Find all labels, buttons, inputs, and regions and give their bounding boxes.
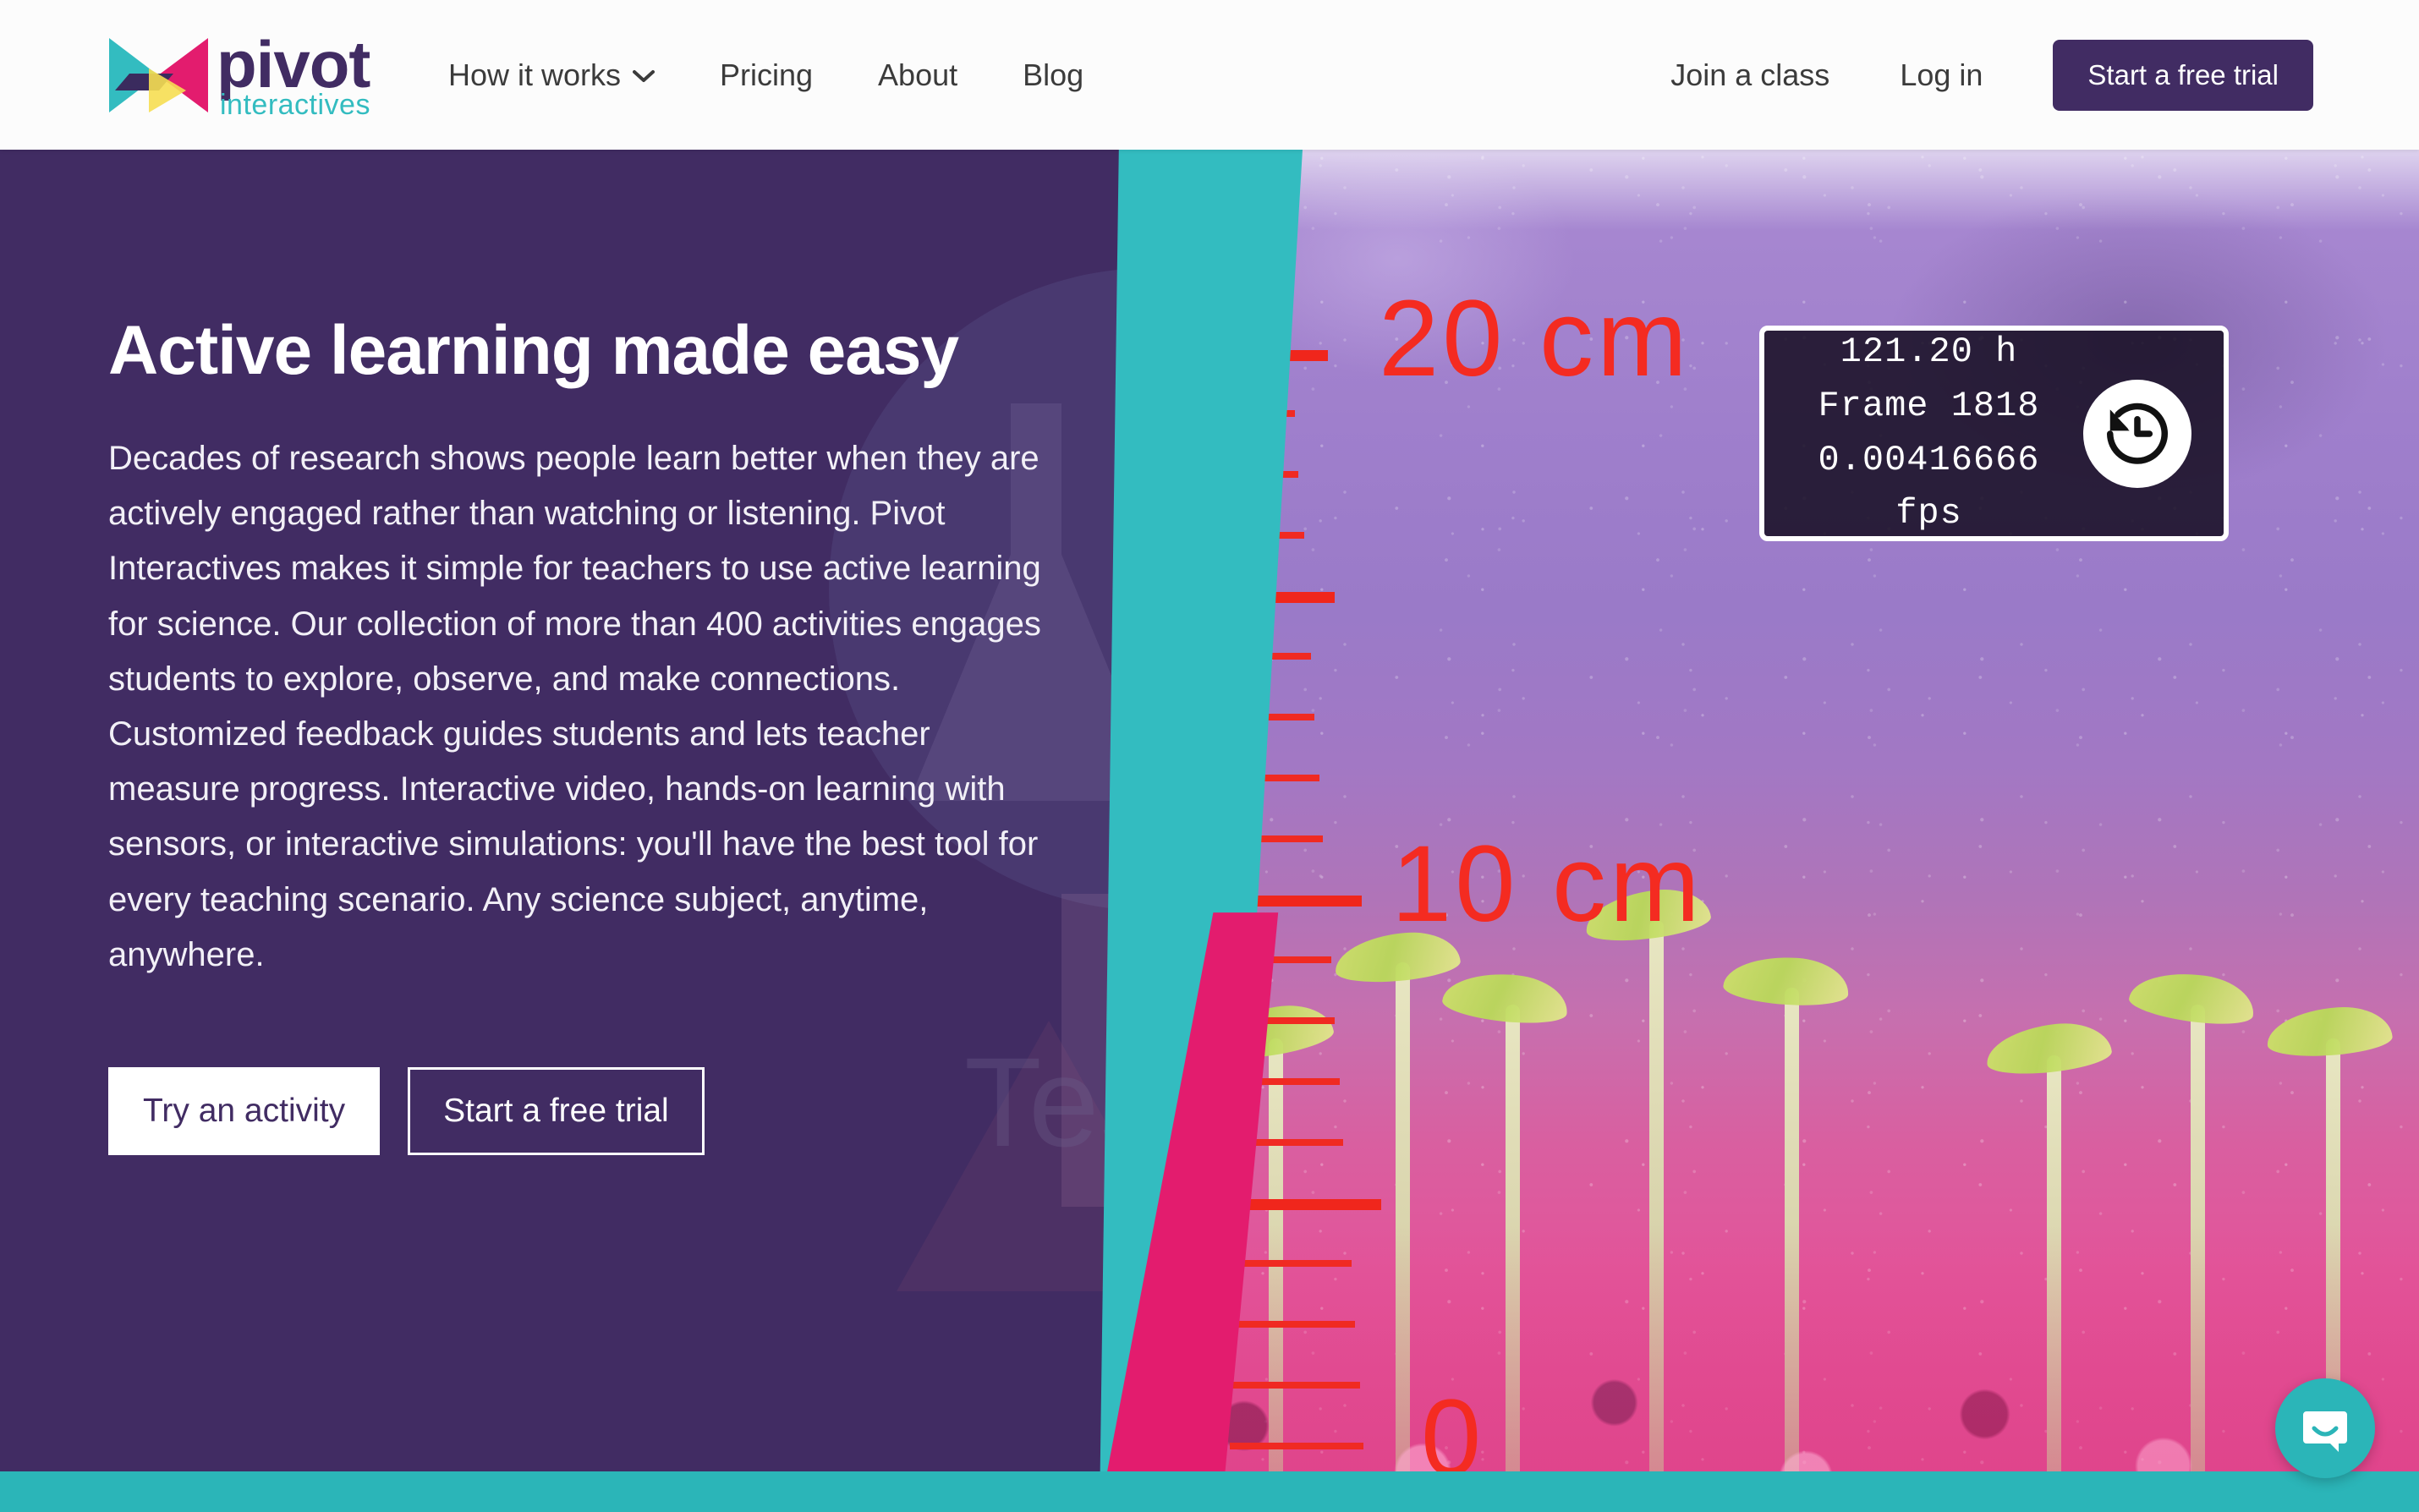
- site-logo[interactable]: pivot interactives: [106, 30, 370, 121]
- nav-label-pricing: Pricing: [720, 57, 814, 92]
- logo-word: pivot: [217, 26, 370, 101]
- nav-item-about[interactable]: About: [878, 58, 957, 93]
- video-info-text: 121.20 h Frame 1818 0.00416666 fps: [1764, 326, 2083, 541]
- video-info-overlay: 121.20 h Frame 1818 0.00416666 fps: [1759, 326, 2229, 541]
- video-time-value: 121.20 h: [1840, 331, 2018, 372]
- chevron-down-icon: [633, 64, 655, 86]
- nav-label-about: About: [878, 57, 958, 92]
- ruler-label-20cm: 20 cm: [1379, 278, 1691, 399]
- nav-item-how-it-works[interactable]: How it works: [448, 58, 655, 93]
- hero-paragraph: Decades of research shows people learn b…: [108, 440, 1041, 973]
- landing-page: pivot interactives How it works Pricing …: [0, 0, 2419, 1512]
- hero-copy-block: Active learning made easy Decades of res…: [108, 312, 1056, 1155]
- hero-button-group: Try an activity Start a free trial: [108, 1066, 1056, 1155]
- main-navigation: How it works Pricing About Blog: [448, 58, 1149, 93]
- hero-video-panel[interactable]: 20 cm 10 cm 0 121.20 h Frame 1818 0.0041…: [1176, 150, 2419, 1512]
- join-a-class-link[interactable]: Join a class: [1670, 58, 1829, 93]
- pivot-bowtie-logo-icon: [109, 37, 208, 112]
- nav-item-blog[interactable]: Blog: [1023, 58, 1083, 93]
- bottom-teal-bar: [0, 1471, 2419, 1512]
- site-header: pivot interactives How it works Pricing …: [0, 0, 2419, 150]
- header-actions: Join a class Log in Start a free trial: [1670, 39, 2313, 111]
- log-in-link[interactable]: Log in: [1900, 58, 1983, 93]
- hero-start-free-trial-button[interactable]: Start a free trial: [408, 1066, 705, 1155]
- chat-widget-button[interactable]: [2275, 1378, 2375, 1478]
- nav-label-blog: Blog: [1023, 57, 1084, 92]
- nav-label-how-it-works: How it works: [447, 57, 621, 92]
- video-fps-value: 0.00416666 fps: [1818, 439, 2040, 534]
- video-frame-value: Frame 1818: [1818, 385, 2040, 426]
- chat-bubble-icon: [2303, 1411, 2347, 1452]
- nav-item-pricing[interactable]: Pricing: [720, 58, 813, 93]
- header-start-free-trial-button[interactable]: Start a free trial: [2053, 39, 2313, 111]
- logo-wordmark: pivot interactives: [217, 31, 370, 119]
- logo-subtitle: interactives: [220, 88, 370, 121]
- ruler-label-10cm: 10 cm: [1391, 824, 1703, 945]
- hero-title: Active learning made easy: [108, 312, 959, 389]
- try-an-activity-button[interactable]: Try an activity: [108, 1066, 381, 1155]
- history-restore-icon[interactable]: [2083, 379, 2191, 488]
- hero-section: TestDaily Active learning made easy Deca…: [0, 150, 2419, 1512]
